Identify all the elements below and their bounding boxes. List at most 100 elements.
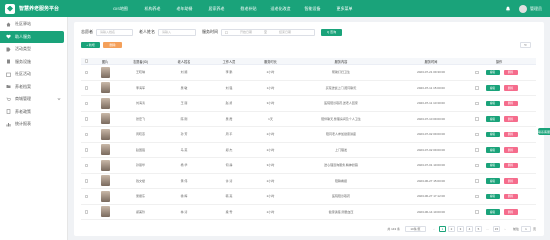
batch-delete-button[interactable]: 删除 — [103, 42, 122, 48]
start-date-input[interactable]: 开始日期 — [231, 30, 261, 34]
refresh-button[interactable]: ↻ — [520, 42, 531, 48]
row-checkbox[interactable] — [84, 179, 89, 183]
select-all-checkbox[interactable] — [84, 59, 89, 63]
row-action-checkbox[interactable] — [475, 194, 479, 198]
nav-item-subsidy[interactable]: 慰老补贴 — [233, 6, 264, 12]
row-thumbnail[interactable] — [100, 82, 110, 94]
row-thumbnail[interactable] — [100, 206, 110, 218]
page-last[interactable]: 15 — [492, 226, 500, 232]
row-action-checkbox[interactable] — [475, 86, 479, 90]
row-action-checkbox[interactable] — [475, 148, 479, 152]
end-date-input[interactable]: 结束日期 — [270, 30, 300, 34]
page-3[interactable]: 3 — [456, 226, 464, 232]
page-4[interactable]: 4 — [465, 226, 473, 232]
sidebar-item-mall[interactable]: 商城管理 — [0, 93, 67, 106]
prev-page-button[interactable]: ‹ — [431, 226, 437, 232]
row-action-checkbox[interactable] — [475, 101, 479, 105]
edit-button[interactable]: 编辑 — [485, 116, 500, 122]
delete-button[interactable]: 删除 — [503, 100, 518, 106]
nav-item-institution[interactable]: 机构养老 — [137, 6, 168, 12]
row-thumbnail[interactable] — [100, 190, 110, 202]
delete-button[interactable]: 删除 — [503, 178, 518, 184]
delete-button[interactable]: 删除 — [503, 69, 518, 75]
sidebar-item-station[interactable]: 社区驿站 — [0, 18, 67, 31]
sidebar-item-facilities[interactable]: 服务设施 — [0, 56, 67, 69]
row-action-checkbox[interactable] — [475, 163, 479, 167]
sidebar-item-volunteer-service[interactable]: 助人服务 — [0, 30, 64, 43]
page-5[interactable]: 5 — [474, 226, 482, 232]
nav-item-more[interactable]: 更多菜单 — [329, 6, 360, 12]
row-thumbnail[interactable] — [100, 113, 110, 125]
row-action-checkbox[interactable] — [475, 179, 479, 183]
page-1[interactable]: 1 — [438, 226, 446, 232]
sidebar-item-reports[interactable]: 统计报表 — [0, 118, 67, 131]
add-button[interactable]: + 新增 — [81, 42, 100, 48]
nav-item-home-care[interactable]: 居家养老 — [201, 6, 232, 12]
edit-button[interactable]: 编辑 — [485, 69, 500, 75]
elder-name-input[interactable]: 请输入 — [158, 28, 196, 36]
customer-service-tab[interactable]: 联系客服 — [538, 128, 550, 135]
row-thumbnail[interactable] — [100, 128, 110, 140]
row-image-cell — [92, 66, 118, 78]
nav-item-meal[interactable]: 老年助餐 — [169, 6, 200, 12]
page-size-select[interactable]: 10条/页 — [404, 226, 426, 232]
row-action-checkbox[interactable] — [475, 210, 479, 214]
row-action-checkbox[interactable] — [475, 70, 479, 74]
sidebar-item-community-activity[interactable]: 社区活动 — [0, 68, 67, 81]
bell-icon[interactable] — [505, 6, 511, 12]
table-row: 张宏飞 陈 刚 吴 霞 1天 陪伴聊天,整理房间及个人卫生 2023-07-10… — [81, 112, 536, 127]
row-checkbox[interactable] — [84, 70, 89, 74]
user-name[interactable]: 管理员 — [530, 6, 542, 12]
next-page-button[interactable]: › — [502, 226, 508, 232]
row-action-checkbox[interactable] — [475, 117, 479, 121]
row-checkbox[interactable] — [84, 194, 89, 198]
table-row: 赵国强 马 英 郑 杰 2小时 上门理发 2023-07-02 09:00:00… — [81, 143, 536, 158]
sidebar-item-label: 统计报表 — [15, 121, 31, 127]
row-checkbox-cell — [81, 132, 92, 136]
delete-button[interactable]: 删除 — [503, 131, 518, 137]
delete-button[interactable]: 删除 — [503, 209, 518, 215]
user-avatar[interactable] — [519, 4, 527, 13]
row-action-checkbox[interactable] — [475, 132, 479, 136]
delete-button[interactable]: 删除 — [503, 116, 518, 122]
edit-button[interactable]: 编辑 — [485, 147, 500, 153]
delete-button[interactable]: 删除 — [503, 85, 518, 91]
nav-item-gis[interactable]: GIS地图 — [105, 6, 136, 12]
row-checkbox[interactable] — [84, 101, 89, 105]
nav-item-devices[interactable]: 智能设备 — [297, 6, 328, 12]
row-thumbnail[interactable] — [100, 97, 110, 109]
search-button[interactable]: Q 查询 — [321, 28, 342, 36]
nav-item-renovation[interactable]: 适老化改造 — [265, 6, 296, 12]
row-thumbnail[interactable] — [100, 66, 110, 78]
edit-button[interactable]: 编辑 — [485, 131, 500, 137]
edit-button[interactable]: 编辑 — [485, 178, 500, 184]
row-checkbox[interactable] — [84, 132, 89, 136]
sidebar-item-archives[interactable]: 养老档案 — [0, 81, 67, 94]
row-thumbnail[interactable] — [100, 159, 110, 171]
sidebar-item-activity-type[interactable]: 活动类型 — [0, 43, 67, 56]
volunteer-input[interactable]: 请输入姓名 — [96, 28, 133, 36]
date-range-picker[interactable]: 开始日期 至 结束日期 — [221, 28, 315, 36]
delete-button[interactable]: 删除 — [503, 193, 518, 199]
sidebar-item-policy[interactable]: 养老政策 — [0, 106, 67, 119]
page-ellipsis[interactable]: ... — [484, 226, 491, 232]
row-thumbnail[interactable] — [100, 175, 110, 187]
edit-button[interactable]: 编辑 — [485, 162, 500, 168]
edit-button[interactable]: 编辑 — [485, 85, 500, 91]
delete-button[interactable]: 删除 — [503, 162, 518, 168]
edit-button[interactable]: 编辑 — [485, 209, 500, 215]
row-thumbnail[interactable] — [100, 144, 110, 156]
edit-button[interactable]: 编辑 — [485, 193, 500, 199]
row-checkbox[interactable] — [84, 86, 89, 90]
page-2[interactable]: 2 — [447, 226, 455, 232]
app-logo[interactable]: 智慧养老服务平台 — [0, 3, 80, 14]
row-actions: 编辑 删除 — [468, 131, 530, 137]
goto-page-input[interactable]: 1 — [520, 226, 531, 232]
row-checkbox[interactable] — [84, 117, 89, 121]
delete-button[interactable]: 删除 — [503, 147, 518, 153]
edit-button[interactable]: 编辑 — [485, 100, 500, 106]
row-checkbox[interactable] — [84, 163, 89, 167]
row-checkbox[interactable] — [84, 210, 89, 214]
header-content: 服务内容 — [334, 59, 348, 64]
row-checkbox[interactable] — [84, 148, 89, 152]
